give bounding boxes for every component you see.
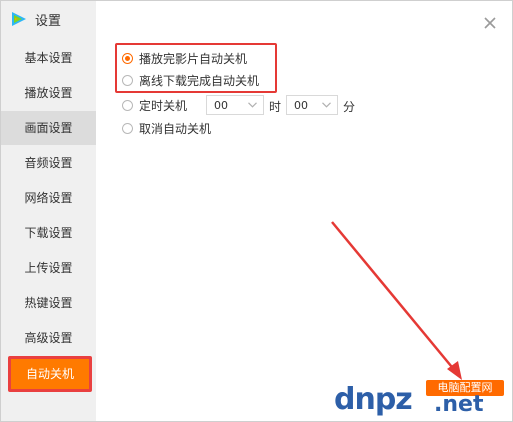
close-icon[interactable] (482, 15, 498, 31)
radio-after-offline-download[interactable] (122, 74, 133, 86)
minute-unit-label: 分 (343, 100, 356, 114)
option-cancel-shutdown[interactable]: 取消自动关机 (122, 118, 211, 138)
chevron-down-icon (248, 102, 257, 108)
sidebar: 设置 基本设置 播放设置 画面设置 音频设置 网络设置 下载设置 上传设置 热键… (1, 1, 96, 421)
sidebar-item-auto-shutdown[interactable]: 自动关机 (8, 356, 92, 392)
radio-timed-shutdown[interactable] (122, 99, 133, 111)
sidebar-item-audio[interactable]: 音频设置 (1, 146, 96, 180)
sidebar-item-basic[interactable]: 基本设置 (1, 41, 96, 75)
window-title: 设置 (35, 13, 62, 29)
hour-unit-label: 时 (269, 100, 282, 114)
option-timed-shutdown-label: 定时关机 (139, 98, 188, 113)
sidebar-item-download[interactable]: 下载设置 (1, 216, 96, 250)
option-timed-shutdown[interactable]: 定时关机 (122, 95, 187, 115)
hour-select-value: 00 (214, 99, 228, 112)
watermark: dnpz 电脑配置网 .net (334, 380, 509, 420)
minute-select-value: 00 (294, 99, 308, 112)
hour-select[interactable]: 00 (206, 95, 264, 115)
option-after-offline-download-label: 离线下载完成自动关机 (139, 73, 260, 88)
watermark-suffix: .net (434, 392, 484, 417)
radio-cancel-shutdown[interactable] (122, 122, 133, 134)
option-after-playback[interactable]: 播放完影片自动关机 (122, 48, 247, 68)
window-header: 设置 (9, 9, 61, 29)
option-after-playback-label: 播放完影片自动关机 (139, 51, 248, 66)
sidebar-item-playback[interactable]: 播放设置 (1, 76, 96, 110)
minute-select[interactable]: 00 (286, 95, 338, 115)
option-cancel-shutdown-label: 取消自动关机 (139, 121, 212, 136)
sidebar-item-advanced[interactable]: 高级设置 (1, 321, 96, 355)
sidebar-item-network[interactable]: 网络设置 (1, 181, 96, 215)
option-after-offline-download[interactable]: 离线下载完成自动关机 (122, 70, 259, 90)
radio-after-playback[interactable] (122, 52, 133, 64)
sidebar-item-hotkeys[interactable]: 热键设置 (1, 286, 96, 320)
chevron-down-icon (322, 102, 331, 108)
sidebar-item-display[interactable]: 画面设置 (1, 111, 96, 145)
app-logo-icon (12, 12, 26, 26)
settings-window: 设置 基本设置 播放设置 画面设置 音频设置 网络设置 下载设置 上传设置 热键… (0, 0, 513, 422)
watermark-brand: dnpz (334, 382, 413, 417)
sidebar-item-upload[interactable]: 上传设置 (1, 251, 96, 285)
